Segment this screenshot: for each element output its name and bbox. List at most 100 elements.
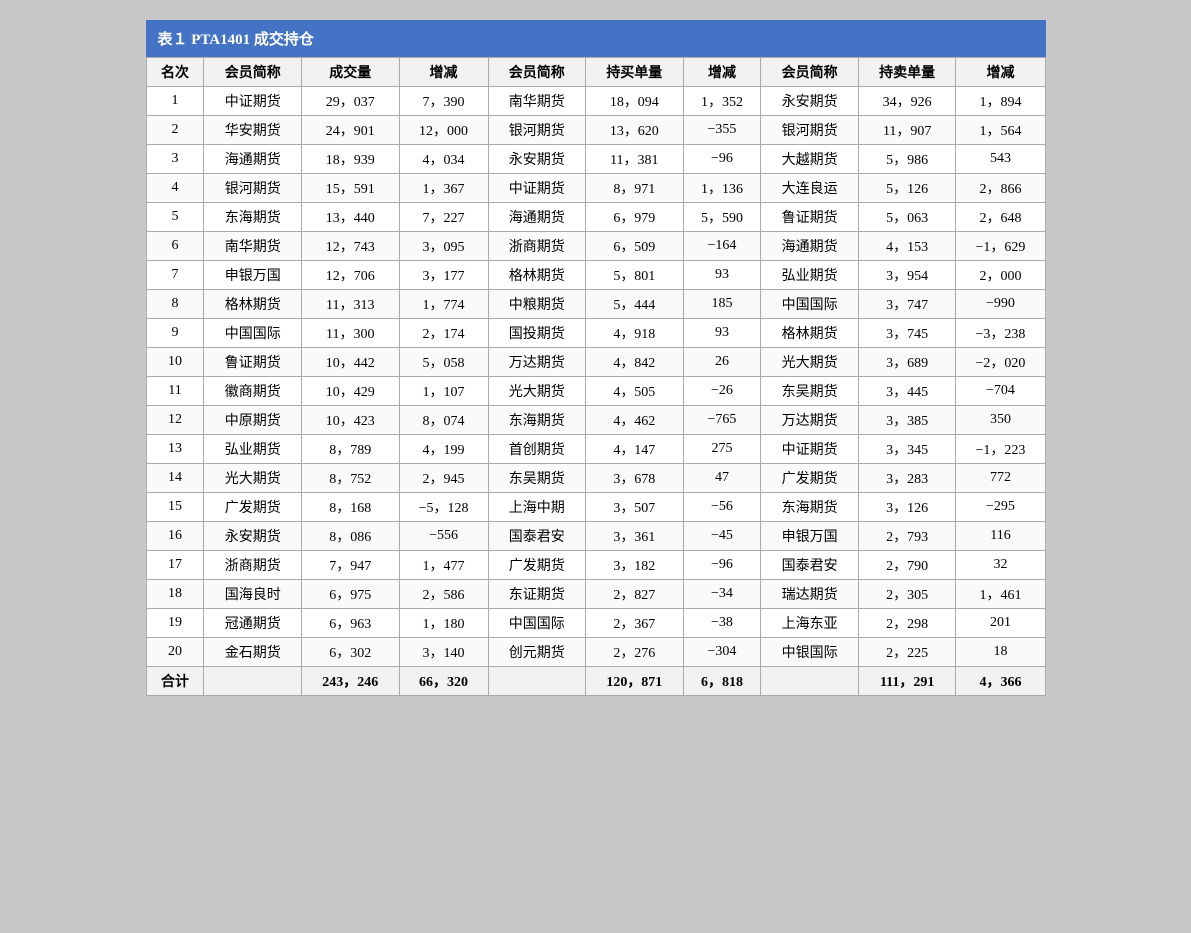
cell-r0-c8: 34，926 [858, 87, 956, 116]
cell-r16-c2: 7，947 [302, 551, 400, 580]
total-cell-3: 66，320 [399, 667, 488, 696]
cell-r7-c4: 中粮期货 [488, 290, 586, 319]
cell-r4-c4: 海通期货 [488, 203, 586, 232]
cell-r9-c6: 26 [683, 348, 761, 377]
cell-r12-c9: −1，223 [956, 435, 1045, 464]
cell-r5-c8: 4，153 [858, 232, 956, 261]
table-row: 20金石期货6，3023，140创元期货2，276−304中银国际2，22518 [146, 638, 1045, 667]
cell-r7-c3: 1，774 [399, 290, 488, 319]
cell-r0-c2: 29，037 [302, 87, 400, 116]
cell-r18-c1: 冠通期货 [204, 609, 302, 638]
cell-r13-c7: 广发期货 [761, 464, 859, 493]
cell-r13-c8: 3，283 [858, 464, 956, 493]
cell-r17-c4: 东证期货 [488, 580, 586, 609]
cell-r1-c8: 11，907 [858, 116, 956, 145]
table-row: 12中原期货10，4238，074东海期货4，462−765万达期货3，3853… [146, 406, 1045, 435]
cell-r2-c9: 543 [956, 145, 1045, 174]
cell-r2-c2: 18，939 [302, 145, 400, 174]
cell-r5-c0: 6 [146, 232, 204, 261]
cell-r15-c6: −45 [683, 522, 761, 551]
cell-r6-c2: 12，706 [302, 261, 400, 290]
cell-r9-c8: 3，689 [858, 348, 956, 377]
main-container: 表１ PTA1401 成交持仓 名次会员简称成交量增减会员简称持买单量增减会员简… [146, 20, 1046, 696]
cell-r4-c3: 7，227 [399, 203, 488, 232]
cell-r16-c1: 浙商期货 [204, 551, 302, 580]
cell-r12-c2: 8，789 [302, 435, 400, 464]
cell-r19-c1: 金石期货 [204, 638, 302, 667]
cell-r8-c5: 4，918 [586, 319, 684, 348]
cell-r6-c7: 弘业期货 [761, 261, 859, 290]
total-cell-6: 6，818 [683, 667, 761, 696]
cell-r18-c7: 上海东亚 [761, 609, 859, 638]
cell-r16-c6: −96 [683, 551, 761, 580]
cell-r7-c0: 8 [146, 290, 204, 319]
cell-r15-c4: 国泰君安 [488, 522, 586, 551]
cell-r5-c1: 南华期货 [204, 232, 302, 261]
cell-r2-c0: 3 [146, 145, 204, 174]
cell-r18-c5: 2，367 [586, 609, 684, 638]
cell-r2-c1: 海通期货 [204, 145, 302, 174]
cell-r19-c4: 创元期货 [488, 638, 586, 667]
cell-r19-c6: −304 [683, 638, 761, 667]
cell-r12-c7: 中证期货 [761, 435, 859, 464]
cell-r5-c6: −164 [683, 232, 761, 261]
cell-r1-c2: 24，901 [302, 116, 400, 145]
total-cell-0: 合计 [146, 667, 204, 696]
cell-r3-c3: 1，367 [399, 174, 488, 203]
cell-r6-c0: 7 [146, 261, 204, 290]
cell-r13-c0: 14 [146, 464, 204, 493]
cell-r2-c4: 永安期货 [488, 145, 586, 174]
cell-r19-c0: 20 [146, 638, 204, 667]
cell-r14-c2: 8，168 [302, 493, 400, 522]
cell-r17-c8: 2，305 [858, 580, 956, 609]
cell-r3-c4: 中证期货 [488, 174, 586, 203]
cell-r18-c4: 中国国际 [488, 609, 586, 638]
cell-r3-c8: 5，126 [858, 174, 956, 203]
cell-r0-c7: 永安期货 [761, 87, 859, 116]
col-header-5: 持买单量 [586, 58, 684, 87]
cell-r2-c6: −96 [683, 145, 761, 174]
cell-r4-c6: 5，590 [683, 203, 761, 232]
cell-r1-c9: 1，564 [956, 116, 1045, 145]
cell-r10-c3: 1，107 [399, 377, 488, 406]
cell-r13-c3: 2，945 [399, 464, 488, 493]
cell-r5-c5: 6，509 [586, 232, 684, 261]
cell-r16-c0: 17 [146, 551, 204, 580]
table-row: 1中证期货29，0377，390南华期货18，0941，352永安期货34，92… [146, 87, 1045, 116]
cell-r19-c5: 2，276 [586, 638, 684, 667]
total-cell-9: 4，366 [956, 667, 1045, 696]
cell-r15-c5: 3，361 [586, 522, 684, 551]
cell-r2-c5: 11，381 [586, 145, 684, 174]
col-header-8: 持卖单量 [858, 58, 956, 87]
cell-r11-c4: 东海期货 [488, 406, 586, 435]
cell-r16-c7: 国泰君安 [761, 551, 859, 580]
cell-r5-c4: 浙商期货 [488, 232, 586, 261]
total-cell-2: 243，246 [302, 667, 400, 696]
cell-r3-c2: 15，591 [302, 174, 400, 203]
cell-r13-c5: 3，678 [586, 464, 684, 493]
cell-r9-c4: 万达期货 [488, 348, 586, 377]
cell-r12-c4: 首创期货 [488, 435, 586, 464]
cell-r1-c3: 12，000 [399, 116, 488, 145]
cell-r9-c1: 鲁证期货 [204, 348, 302, 377]
col-header-2: 成交量 [302, 58, 400, 87]
cell-r7-c9: −990 [956, 290, 1045, 319]
table-row: 7申银万国12，7063，177格林期货5，80193弘业期货3，9542，00… [146, 261, 1045, 290]
cell-r4-c7: 鲁证期货 [761, 203, 859, 232]
table-row: 17浙商期货7，9471，477广发期货3，182−96国泰君安2，79032 [146, 551, 1045, 580]
table-row: 3海通期货18，9394，034永安期货11，381−96大越期货5，98654… [146, 145, 1045, 174]
total-cell-8: 111，291 [858, 667, 956, 696]
cell-r10-c6: −26 [683, 377, 761, 406]
cell-r3-c0: 4 [146, 174, 204, 203]
cell-r8-c6: 93 [683, 319, 761, 348]
cell-r17-c3: 2，586 [399, 580, 488, 609]
cell-r6-c5: 5，801 [586, 261, 684, 290]
col-header-4: 会员简称 [488, 58, 586, 87]
cell-r6-c6: 93 [683, 261, 761, 290]
title-bar: 表１ PTA1401 成交持仓 [146, 20, 1046, 57]
cell-r3-c5: 8，971 [586, 174, 684, 203]
cell-r12-c1: 弘业期货 [204, 435, 302, 464]
cell-r2-c8: 5，986 [858, 145, 956, 174]
cell-r3-c6: 1，136 [683, 174, 761, 203]
cell-r14-c3: −5，128 [399, 493, 488, 522]
